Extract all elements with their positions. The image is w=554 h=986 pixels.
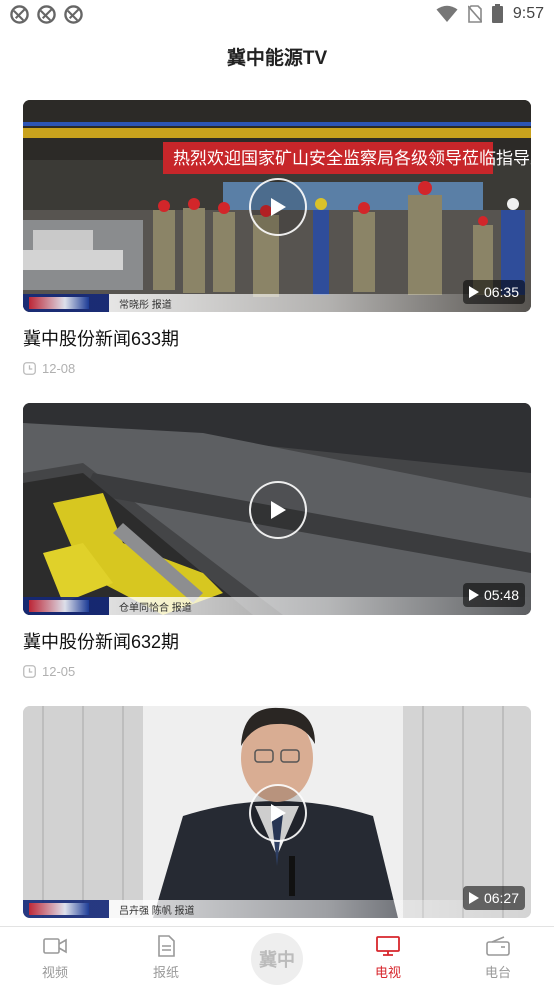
video-thumbnail[interactable]: 吕卉强 陈帆 报道 06:27 [23, 706, 531, 918]
channel-logo [29, 600, 89, 612]
play-button[interactable] [249, 178, 307, 236]
caption-strip: 吕卉强 陈帆 报道 [23, 900, 531, 918]
newspaper-icon [158, 935, 175, 957]
video-title[interactable]: 冀中股份新闻633期 [23, 328, 531, 350]
play-small-icon [468, 286, 479, 298]
tab-label: 电台 [484, 965, 511, 980]
tab-tv[interactable]: 电视 [333, 927, 443, 986]
play-small-icon [468, 892, 479, 904]
duration-text: 06:27 [483, 890, 519, 906]
status-bar: 9:57 [0, 0, 554, 30]
video-camera-icon [43, 938, 67, 954]
channel-logo [29, 903, 89, 915]
video-meta: 12-08 [23, 360, 531, 376]
tab-jizhong-center[interactable]: 冀中 [251, 933, 303, 985]
tab-label: 视频 [41, 965, 68, 980]
play-icon [271, 501, 286, 519]
app-header: 冀中能源TV [0, 36, 554, 82]
tab-label: 报纸 [152, 965, 179, 980]
reporter-credit: 吕卉强 陈帆 报道 [119, 906, 195, 917]
notification-icon [37, 5, 56, 24]
notification-icon [10, 5, 29, 24]
status-time: 9:57 [512, 4, 544, 22]
tab-radio[interactable]: 电台 [443, 927, 553, 986]
tv-monitor-icon [376, 936, 400, 956]
duration-text: 05:48 [483, 587, 519, 603]
center-logo: 冀中 [259, 950, 295, 970]
page-title: 冀中能源TV [226, 48, 328, 69]
caption-strip: 仓单同恰合 报道 [23, 597, 531, 615]
notification-icon [64, 5, 83, 24]
video-card[interactable]: 吕卉强 陈帆 报道 06:27 [23, 706, 531, 918]
channel-logo [29, 297, 89, 309]
duration-badge: 06:35 [462, 280, 525, 304]
video-card[interactable]: 仓单同恰合 报道 05:48 冀中股份新闻632期 12-05 [23, 403, 531, 679]
battery-icon [491, 4, 503, 23]
video-card[interactable]: 热烈欢迎国家矿山安全监察局各级领导莅临指导工作 常晓彤 报道 06:35 冀中股… [23, 100, 531, 376]
play-button[interactable] [249, 481, 307, 539]
caption-strip: 常晓彤 报道 [23, 294, 531, 312]
duration-badge: 05:48 [462, 583, 525, 607]
radio-icon [486, 936, 510, 956]
tab-label: 电视 [374, 965, 401, 980]
play-icon [271, 198, 286, 216]
wifi-icon [436, 5, 458, 22]
reporter-credit: 常晓彤 报道 [119, 300, 172, 311]
clock-icon [23, 664, 36, 678]
video-thumbnail[interactable]: 热烈欢迎国家矿山安全监察局各级领导莅临指导工作 常晓彤 报道 06:35 [23, 100, 531, 312]
reporter-credit: 仓单同恰合 报道 [119, 603, 192, 614]
play-icon [271, 804, 286, 822]
duration-text: 06:35 [483, 284, 519, 300]
video-date: 12-08 [42, 360, 76, 376]
video-title[interactable]: 冀中股份新闻632期 [23, 631, 531, 653]
tab-video[interactable]: 视频 [0, 927, 110, 986]
play-small-icon [468, 589, 479, 601]
clock-icon [23, 361, 36, 375]
video-meta: 12-05 [23, 663, 531, 679]
video-thumbnail[interactable]: 仓单同恰合 报道 05:48 [23, 403, 531, 615]
play-button[interactable] [249, 784, 307, 842]
video-feed[interactable]: 热烈欢迎国家矿山安全监察局各级领导莅临指导工作 常晓彤 报道 06:35 冀中股… [0, 98, 554, 926]
video-date: 12-05 [42, 663, 76, 679]
no-sim-icon [467, 4, 482, 23]
bottom-tab-bar: 视频 报纸 冀中 电视 电台 [0, 926, 554, 986]
duration-badge: 06:27 [462, 886, 525, 910]
tab-newspaper[interactable]: 报纸 [111, 927, 221, 986]
welcome-banner-text: 热烈欢迎国家矿山安全监察局各级领导莅临指导工作 [173, 149, 531, 169]
